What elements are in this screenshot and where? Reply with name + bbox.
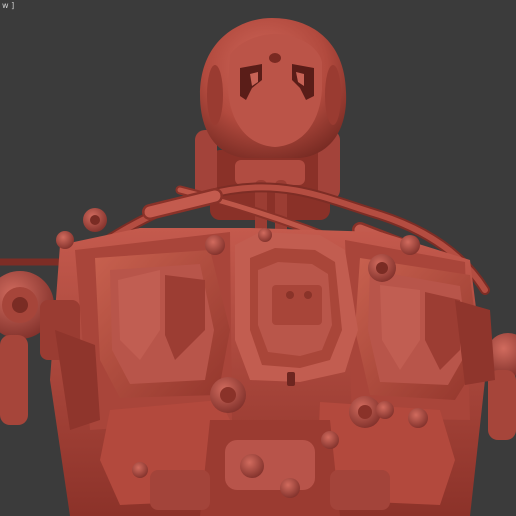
chest-center-plate bbox=[235, 232, 358, 386]
robot-head bbox=[200, 18, 347, 158]
3d-viewport[interactable]: w ] bbox=[0, 0, 516, 516]
left-shoulder-plate bbox=[95, 250, 230, 398]
robot-sculpt-model bbox=[0, 18, 516, 516]
